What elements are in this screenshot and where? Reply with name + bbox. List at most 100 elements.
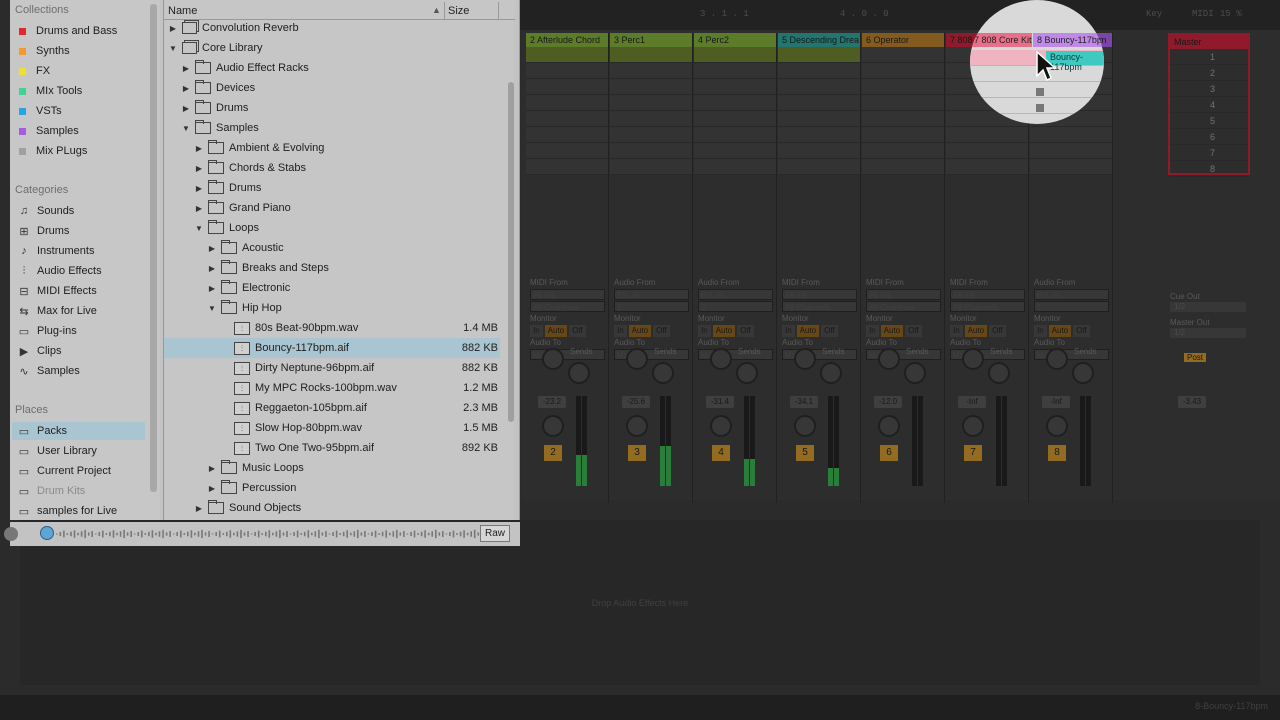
raw-button[interactable]: Raw	[480, 525, 510, 542]
monitor-in-button[interactable]: In	[1034, 325, 1047, 337]
track-volume[interactable]: -31.4	[706, 396, 734, 408]
master-out-select[interactable]: 1/2	[1170, 328, 1246, 338]
clip-slot[interactable]	[778, 143, 860, 159]
track-activator-button[interactable]: 6	[880, 445, 898, 461]
disclosure-open-icon[interactable]: ▼	[194, 224, 204, 233]
song-position[interactable]: 3 . 1 . 1	[700, 9, 749, 19]
clip-slot[interactable]	[526, 63, 608, 79]
channel-select[interactable]: 2	[698, 301, 773, 312]
monitor-off-button[interactable]: Off	[737, 325, 754, 337]
send-knob[interactable]	[542, 348, 564, 370]
track-volume[interactable]: -23.2	[538, 396, 566, 408]
clip-slot[interactable]	[526, 79, 608, 95]
clip-slot[interactable]	[526, 127, 608, 143]
place-item[interactable]: ▭ samples for Live	[12, 502, 145, 520]
track-title[interactable]: 7 808 Core Kit	[946, 33, 1028, 47]
audio-file-row[interactable]: ⫶ Two One Two-95bpm.aif 892 KB	[164, 438, 500, 458]
master-track-title[interactable]: Master	[1170, 35, 1248, 49]
category-item[interactable]: ♫ Sounds	[12, 202, 145, 220]
monitor-off-button[interactable]: Off	[989, 325, 1006, 337]
clip-slot[interactable]	[862, 47, 944, 63]
scene-launch-button[interactable]: 4	[1170, 97, 1248, 113]
folder-row[interactable]: ▶ Ambient & Evolving	[164, 138, 500, 158]
category-item[interactable]: ⫶ Audio Effects	[12, 262, 145, 280]
category-item[interactable]: ⊟ MIDI Effects	[12, 282, 145, 300]
clip-slot[interactable]	[1030, 111, 1112, 127]
pan-knob[interactable]	[1046, 415, 1068, 437]
track-volume[interactable]: -Inf	[1042, 396, 1070, 408]
channel-select[interactable]: 1	[1034, 301, 1109, 312]
folder-row[interactable]: ▼ Core Library	[164, 38, 500, 58]
monitor-in-button[interactable]: In	[614, 325, 627, 337]
folder-row[interactable]: ▼ Loops	[164, 218, 500, 238]
scene-launch-button[interactable]: 7	[1170, 145, 1248, 161]
audio-file-row[interactable]: ⫶ 80s Beat-90bpm.wav 1.4 MB	[164, 318, 500, 338]
scene-launch-button[interactable]: 5	[1170, 113, 1248, 129]
channel-select[interactable]: 1	[614, 301, 689, 312]
clip-slot[interactable]	[778, 47, 860, 63]
category-item[interactable]: ▭ Plug-ins	[12, 322, 145, 340]
clip-slot[interactable]	[610, 111, 692, 127]
collection-item[interactable]: MIx Tools	[12, 82, 145, 100]
track-title[interactable]: 5 Descending Drea	[778, 33, 860, 47]
clip-slot[interactable]	[946, 63, 1028, 79]
scene-launch-button[interactable]: 6	[1170, 129, 1248, 145]
category-item[interactable]: ▶ Clips	[12, 342, 145, 360]
track-activator-button[interactable]: 3	[628, 445, 646, 461]
monitor-auto-button[interactable]: Auto	[544, 325, 568, 337]
track-activator-button[interactable]: 2	[544, 445, 562, 461]
collection-item[interactable]: Samples	[12, 122, 145, 140]
preview-toggle-icon[interactable]	[40, 526, 54, 540]
size-column-header[interactable]: Size	[448, 5, 469, 17]
waveform-preview[interactable]	[56, 529, 481, 539]
track-volume[interactable]: -12.0	[874, 396, 902, 408]
send-knob[interactable]	[1046, 348, 1068, 370]
master-volume[interactable]: -3.43	[1178, 396, 1206, 408]
clip-slot[interactable]	[610, 47, 692, 63]
track-title[interactable]: 3 Perc1	[610, 33, 692, 47]
track-title[interactable]: 8 Bouncy-117bpm	[1030, 33, 1112, 47]
post-button[interactable]: Post	[1184, 353, 1207, 362]
midi-map-button[interactable]: MIDI	[1192, 9, 1214, 19]
disclosure-closed-icon[interactable]: ▶	[207, 464, 217, 473]
input-select[interactable]: All Ins	[950, 289, 1025, 300]
clip-slot[interactable]	[946, 111, 1028, 127]
scene-launch-button[interactable]: 2	[1170, 65, 1248, 81]
pan-knob[interactable]	[794, 415, 816, 437]
clip-slot[interactable]	[862, 111, 944, 127]
pan-knob[interactable]	[878, 415, 900, 437]
send-knob[interactable]	[568, 362, 590, 384]
track-activator-button[interactable]: 4	[712, 445, 730, 461]
clip-slot[interactable]	[862, 95, 944, 111]
track-volume[interactable]: -Inf	[958, 396, 986, 408]
disclosure-closed-icon[interactable]: ▶	[194, 164, 204, 173]
clip-slot[interactable]	[694, 79, 776, 95]
clip-slot[interactable]	[526, 111, 608, 127]
name-column-header[interactable]: Name	[168, 5, 197, 17]
disclosure-closed-icon[interactable]: ▶	[181, 64, 191, 73]
input-select[interactable]: All Ins	[866, 289, 941, 300]
monitor-off-button[interactable]: Off	[821, 325, 838, 337]
folder-row[interactable]: ▶ Acoustic	[164, 238, 500, 258]
clip-slot[interactable]	[610, 143, 692, 159]
clip-slot[interactable]	[610, 95, 692, 111]
channel-select[interactable]: All Channels	[530, 301, 605, 312]
disclosure-open-icon[interactable]: ▼	[181, 124, 191, 133]
folder-row[interactable]: ▶ Convolution Reverb	[164, 18, 500, 38]
clip-slot[interactable]	[1030, 159, 1112, 175]
audio-file-row[interactable]: ⫶ Bouncy-117bpm.aif 882 KB	[164, 338, 500, 358]
disclosure-closed-icon[interactable]: ▶	[194, 144, 204, 153]
clip-slot[interactable]	[694, 63, 776, 79]
clip-slot[interactable]	[1030, 127, 1112, 143]
clip-slot[interactable]	[526, 95, 608, 111]
disclosure-closed-icon[interactable]: ▶	[207, 244, 217, 253]
clip-slot[interactable]	[862, 63, 944, 79]
disclosure-closed-icon[interactable]: ▶	[194, 204, 204, 213]
monitor-in-button[interactable]: In	[782, 325, 795, 337]
collection-item[interactable]: Synths	[12, 42, 145, 60]
input-select[interactable]: All Ins	[530, 289, 605, 300]
clip-slot[interactable]	[778, 127, 860, 143]
collection-item[interactable]: Drums and Bass	[12, 22, 145, 40]
clip-slot[interactable]	[946, 159, 1028, 175]
folder-row[interactable]: ▶ Music Loops	[164, 458, 500, 478]
